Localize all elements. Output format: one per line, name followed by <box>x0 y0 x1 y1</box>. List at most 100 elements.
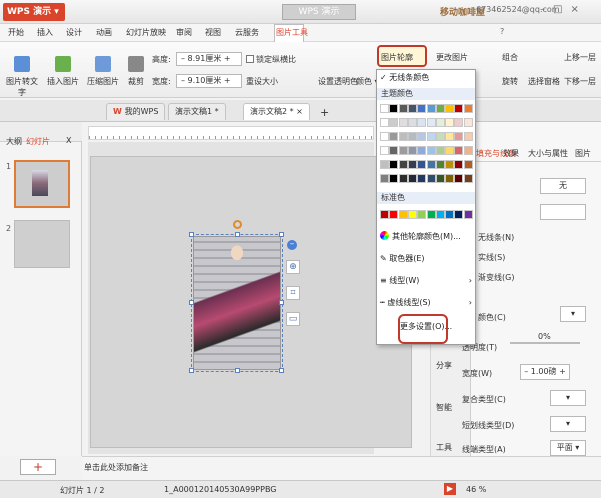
standard-color-swatch[interactable] <box>407 210 417 219</box>
set-transparent-button[interactable]: 设置透明色 <box>318 76 358 87</box>
color-swatch[interactable] <box>454 132 464 141</box>
standard-color-swatch[interactable] <box>417 210 427 219</box>
minimize-icon[interactable]: – <box>540 4 553 15</box>
color-swatch[interactable] <box>435 146 445 155</box>
minus-icon[interactable]: – <box>287 240 297 250</box>
color-swatch[interactable] <box>417 118 427 127</box>
play-icon[interactable]: ▶ <box>444 483 456 495</box>
line-style-item[interactable]: ≡ 线型(W) › <box>380 274 472 288</box>
combine-button[interactable]: 组合 <box>502 52 518 63</box>
color-swatch[interactable] <box>389 160 399 169</box>
line-preview-box[interactable] <box>540 204 586 220</box>
color-swatch[interactable] <box>445 104 455 113</box>
standard-color-swatch[interactable] <box>426 210 436 219</box>
color-swatch[interactable] <box>435 118 445 127</box>
transparency-slider[interactable] <box>510 342 580 344</box>
lock-ratio-checkbox[interactable]: 锁定纵横比 <box>246 54 296 65</box>
color-swatch[interactable] <box>445 160 455 169</box>
menu-picture-tools[interactable]: 图片工具 <box>276 27 308 38</box>
color-swatch[interactable] <box>445 118 455 127</box>
color-swatch[interactable] <box>417 104 427 113</box>
close-panel-icon[interactable]: X <box>66 136 71 145</box>
resize-handle[interactable] <box>279 232 284 237</box>
color-swatch[interactable] <box>398 174 408 183</box>
menu-review[interactable]: 审阅 <box>176 27 192 38</box>
color-swatch[interactable] <box>407 132 417 141</box>
tab-size-properties[interactable]: 大小与属性 <box>528 148 568 159</box>
tab-document-1[interactable]: 演示文稿1 * <box>168 103 226 120</box>
color-swatch[interactable] <box>398 118 408 127</box>
resize-handle[interactable] <box>279 300 284 305</box>
resize-handle[interactable] <box>189 232 194 237</box>
slide-thumbnail-2[interactable] <box>14 220 70 268</box>
help-icon[interactable]: ? <box>500 27 504 36</box>
close-icon[interactable]: × <box>570 4 586 15</box>
fill-none-box[interactable]: 无 <box>540 178 586 194</box>
smart-button[interactable]: 智能 <box>436 402 452 413</box>
color-swatch[interactable] <box>407 146 417 155</box>
standard-color-swatch[interactable] <box>463 210 473 219</box>
color-swatch[interactable] <box>463 118 473 127</box>
menu-cloud[interactable]: 云服务 <box>235 27 259 38</box>
eyedropper-item[interactable]: ✎ 取色器(E) <box>380 252 472 266</box>
color-swatch[interactable] <box>398 132 408 141</box>
menu-insert[interactable]: 插入 <box>37 27 53 38</box>
color-swatch[interactable] <box>435 160 445 169</box>
more-colors-item[interactable]: 其他轮廓颜色(M)... <box>380 230 472 244</box>
color-swatch[interactable] <box>426 160 436 169</box>
color-swatch[interactable] <box>407 174 417 183</box>
tab-my-wps[interactable]: W 我的WPS <box>106 103 166 120</box>
compress-image-button[interactable]: 压缩图片 <box>87 56 119 87</box>
resize-handle[interactable] <box>235 232 240 237</box>
tab-slides[interactable]: 幻灯片 <box>26 136 50 147</box>
color-swatch[interactable] <box>463 146 473 155</box>
crop-float-icon[interactable]: ⌗ <box>286 286 300 300</box>
color-swatch[interactable] <box>454 174 464 183</box>
solid-line-option[interactable]: 实线(S) <box>478 252 505 263</box>
color-swatch[interactable] <box>463 132 473 141</box>
app-menu-button[interactable]: WPS 演示 ▾ <box>3 3 65 21</box>
no-line-color-item[interactable]: ✓ 无线条颜色 <box>380 71 472 85</box>
color-swatch[interactable] <box>426 132 436 141</box>
color-swatch[interactable] <box>380 174 389 183</box>
zoom-icon[interactable]: ⊕ <box>286 260 300 274</box>
color-swatch[interactable] <box>417 160 427 169</box>
color-swatch[interactable] <box>407 118 417 127</box>
color-swatch[interactable] <box>426 118 436 127</box>
color-swatch[interactable] <box>380 160 389 169</box>
color-swatch[interactable] <box>445 146 455 155</box>
color-swatch[interactable] <box>435 132 445 141</box>
menu-slideshow[interactable]: 幻灯片放映 <box>126 27 166 38</box>
color-swatch[interactable] <box>463 160 473 169</box>
color-swatch[interactable] <box>454 146 464 155</box>
resize-handle[interactable] <box>189 368 194 373</box>
tools-button[interactable]: 工具 <box>436 442 452 453</box>
color-swatch[interactable] <box>389 132 399 141</box>
select-pane-button[interactable]: 选择窗格 <box>528 76 560 87</box>
share-button[interactable]: 分享 <box>436 360 452 371</box>
color-swatch[interactable] <box>389 146 399 155</box>
color-swatch[interactable] <box>398 104 408 113</box>
width-input[interactable]: – 1.00磅 + <box>520 364 570 380</box>
frame-icon[interactable]: ▭ <box>286 312 300 326</box>
gradient-line-option[interactable]: 渐变线(G) <box>478 272 514 283</box>
menu-view[interactable]: 视图 <box>205 27 221 38</box>
color-swatch[interactable] <box>435 174 445 183</box>
color-swatch[interactable] <box>445 174 455 183</box>
reset-size-button[interactable]: 重设大小 <box>246 76 278 87</box>
cap-type-select[interactable]: 平面 ▾ <box>550 440 586 456</box>
resize-handle[interactable] <box>279 368 284 373</box>
color-swatch[interactable] <box>417 132 427 141</box>
color-picker[interactable]: ▾ <box>560 306 586 322</box>
standard-color-swatch[interactable] <box>389 210 399 219</box>
color-swatch[interactable] <box>407 160 417 169</box>
menu-design[interactable]: 设计 <box>66 27 82 38</box>
bring-forward-button[interactable]: 上移一层 <box>564 52 596 63</box>
standard-color-swatch[interactable] <box>454 210 464 219</box>
compound-type-select[interactable]: ▾ <box>550 390 586 406</box>
color-swatch[interactable] <box>426 146 436 155</box>
color-swatch[interactable] <box>380 132 389 141</box>
color-swatch[interactable] <box>454 118 464 127</box>
resize-handle[interactable] <box>235 368 240 373</box>
color-swatch[interactable] <box>445 132 455 141</box>
